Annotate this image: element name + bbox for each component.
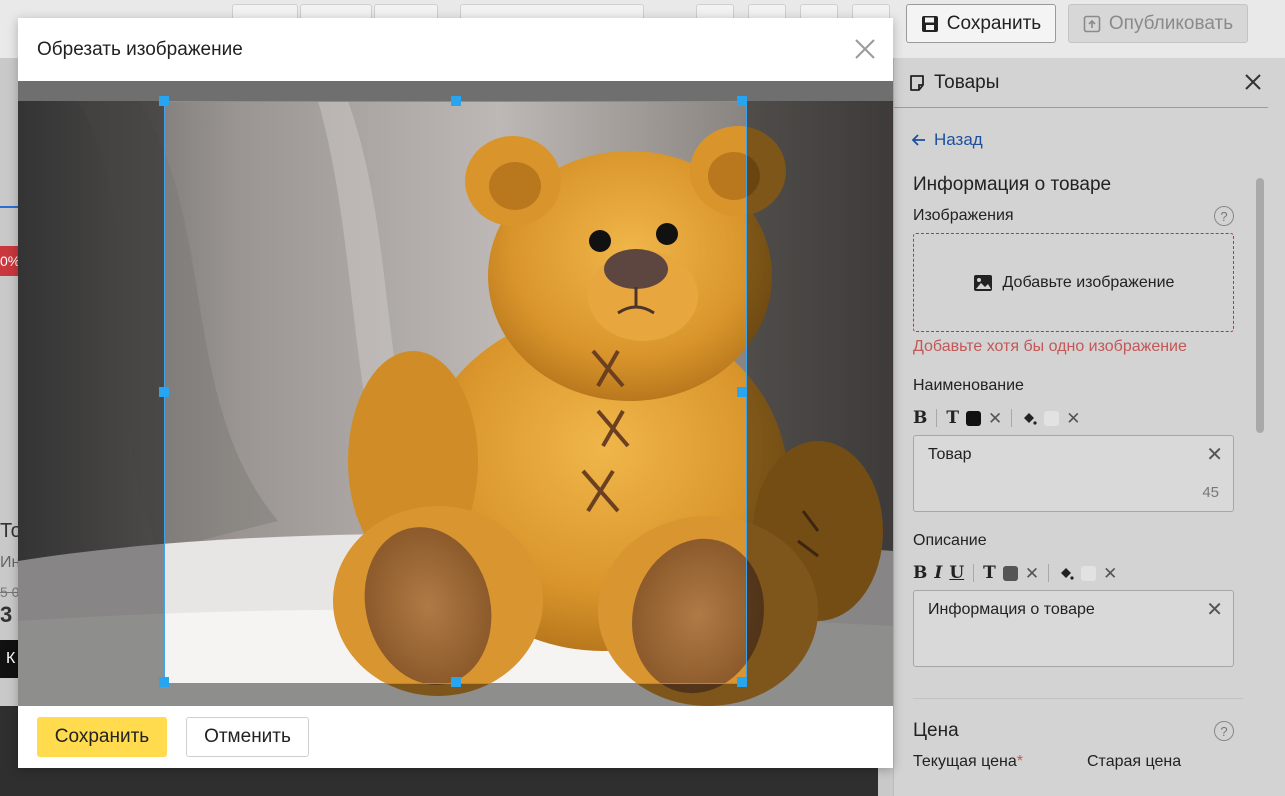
fill-bucket-icon[interactable]	[1021, 410, 1037, 426]
clear-background-color-icon[interactable]: ✕	[1066, 410, 1080, 427]
panel-title: Товары	[934, 71, 1000, 93]
description-input[interactable]: Информация о товаре ✕	[913, 590, 1234, 667]
bold-icon[interactable]: B	[913, 563, 927, 583]
description-label: Описание	[913, 532, 987, 549]
clear-background-color-icon[interactable]: ✕	[1103, 565, 1117, 582]
toolbar-separator	[1011, 409, 1013, 427]
modal-footer: Сохранить Отменить	[18, 706, 893, 768]
crop-handle-bottom-left[interactable]	[159, 677, 169, 687]
floppy-disk-icon	[921, 15, 938, 32]
name-input[interactable]: Товар ✕ 45	[913, 435, 1234, 512]
help-icon[interactable]: ?	[1214, 206, 1234, 226]
panel-header: Товары	[894, 58, 1268, 108]
crop-cancel-button[interactable]: Отменить	[186, 717, 309, 757]
text-color-icon[interactable]: T	[946, 408, 959, 428]
image-icon	[973, 274, 992, 291]
add-image-dropzone[interactable]: Добавьте изображение	[913, 233, 1234, 332]
product-price-fragment: 3 0	[0, 602, 18, 627]
crop-mask-bottom	[164, 684, 747, 706]
arrow-left-icon	[912, 134, 925, 146]
name-label: Наименование	[913, 377, 1024, 394]
product-buy-button-fragment[interactable]: К	[0, 640, 18, 678]
toolbar-separator	[936, 409, 938, 427]
sticky-note-icon	[910, 74, 924, 91]
crop-handle-top[interactable]	[451, 96, 461, 106]
product-title-fragment: Тов	[0, 520, 18, 542]
name-char-counter: 45	[1202, 484, 1219, 501]
description-input-value: Информация о товаре	[928, 601, 1095, 618]
section-title-product-info: Информация о товаре	[913, 174, 1112, 195]
header-save-button[interactable]: Сохранить	[906, 4, 1056, 43]
modal-title: Обрезать изображение	[37, 38, 243, 60]
background-color-swatch[interactable]	[1044, 410, 1060, 426]
crop-mask-right	[747, 101, 893, 706]
header-save-label: Сохранить	[946, 12, 1042, 34]
toolbar-separator	[1048, 564, 1050, 582]
clear-text-color-icon[interactable]: ✕	[1025, 565, 1039, 582]
crop-selection[interactable]	[164, 101, 747, 684]
text-color-swatch[interactable]	[1002, 565, 1018, 581]
header-publish-button[interactable]: Опубликовать	[1068, 4, 1248, 43]
text-color-swatch[interactable]	[966, 410, 982, 426]
back-link[interactable]: Назад	[912, 130, 983, 150]
crop-handle-left[interactable]	[159, 387, 169, 397]
close-icon[interactable]	[853, 37, 877, 61]
product-subtitle-fragment: Инс	[0, 554, 18, 571]
italic-icon[interactable]: I	[934, 563, 942, 583]
products-panel: Товары Назад Информация о товаре Изображ…	[893, 58, 1285, 796]
underline-icon[interactable]: U	[949, 563, 964, 583]
toolbar-separator	[973, 564, 975, 582]
bold-icon[interactable]: B	[913, 408, 927, 428]
panel-scrollbar[interactable]	[1256, 178, 1264, 433]
description-format-toolbar: B I U T ✕ ✕	[913, 560, 1117, 586]
back-label: Назад	[934, 130, 983, 149]
old-price-label: Старая цена	[1087, 753, 1182, 770]
modal-header: Обрезать изображение	[18, 18, 893, 81]
name-input-value: Товар	[928, 446, 972, 463]
crop-mask-left	[18, 101, 164, 706]
clear-description-icon[interactable]: ✕	[1206, 600, 1223, 620]
fill-bucket-icon[interactable]	[1058, 565, 1074, 581]
crop-area[interactable]	[18, 81, 893, 706]
price-section-title: Цена	[913, 720, 959, 741]
help-icon[interactable]: ?	[1214, 721, 1234, 741]
close-icon[interactable]	[1241, 70, 1265, 94]
images-error-text: Добавьте хотя бы одно изображение	[913, 338, 1187, 355]
section-divider	[913, 698, 1243, 699]
crop-image-modal: Обрезать изображение Сохранить Отменить	[18, 18, 893, 768]
clear-name-icon[interactable]: ✕	[1206, 445, 1223, 465]
crop-handle-right[interactable]	[737, 387, 747, 397]
current-price-label: Текущая цена*	[913, 753, 1023, 770]
add-image-label: Добавьте изображение	[1002, 273, 1175, 291]
crop-save-button[interactable]: Сохранить	[37, 717, 167, 757]
crop-handle-top-right[interactable]	[737, 96, 747, 106]
text-color-icon[interactable]: T	[983, 563, 996, 583]
crop-handle-top-left[interactable]	[159, 96, 169, 106]
clear-text-color-icon[interactable]: ✕	[988, 410, 1002, 427]
images-label: Изображения	[913, 207, 1014, 224]
crop-handle-bottom[interactable]	[451, 677, 461, 687]
upload-icon	[1083, 15, 1101, 32]
header-publish-label: Опубликовать	[1108, 12, 1234, 34]
discount-badge: 0%	[0, 246, 18, 276]
canvas-tab-indicator	[0, 206, 18, 208]
name-format-toolbar: B T ✕ ✕	[913, 405, 1081, 431]
crop-handle-bottom-right[interactable]	[737, 677, 747, 687]
product-old-price-fragment: 5 0	[0, 584, 18, 600]
background-color-swatch[interactable]	[1081, 565, 1097, 581]
